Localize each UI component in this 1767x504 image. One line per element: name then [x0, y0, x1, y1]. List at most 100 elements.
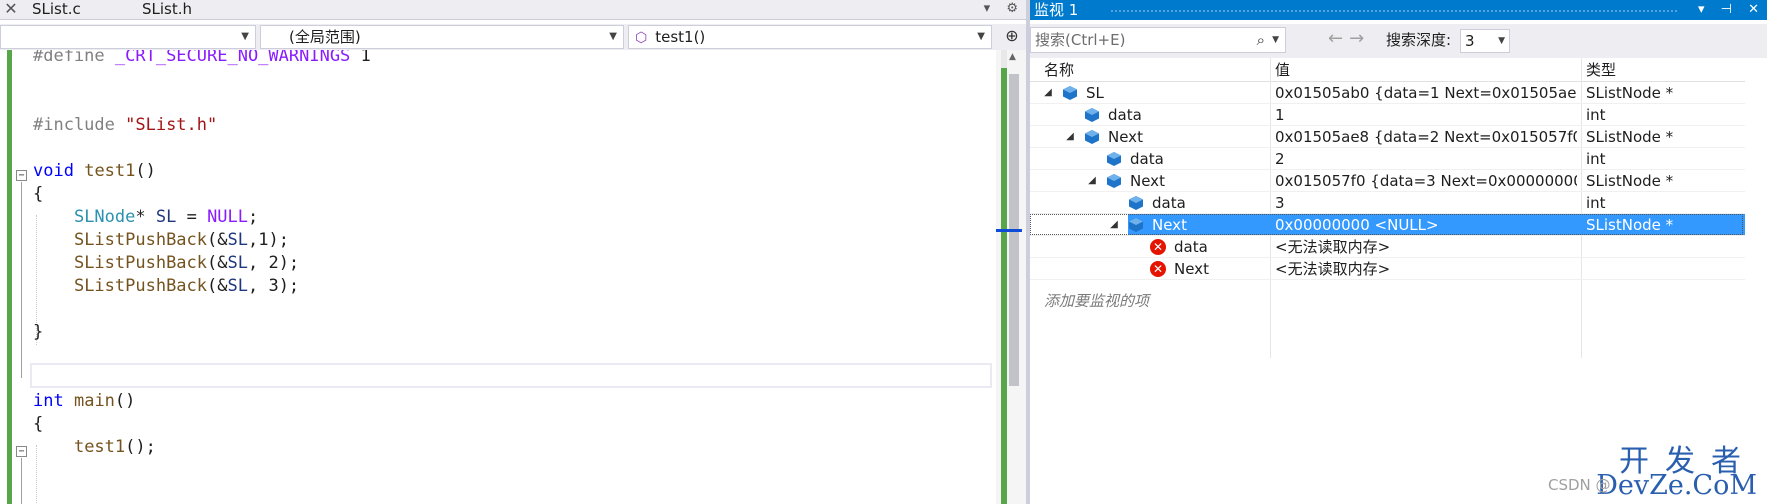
watch-row[interactable]: ✕ Next <无法读取内存>	[1030, 258, 1745, 280]
code-line: SListPushBack(&SL, 2);	[73, 253, 300, 273]
error-icon: ✕	[1150, 239, 1166, 255]
expand-toggle-icon[interactable]: ◢	[1108, 214, 1120, 236]
tab-list-dropdown-icon[interactable]: ▾	[984, 1, 991, 16]
code-line: #include "SList.h"	[33, 115, 218, 135]
expand-toggle-icon[interactable]: ◢	[1064, 126, 1076, 148]
code-area[interactable]: − − #define _CRT_SECURE_NO_WARNINGS 1 #i…	[0, 50, 996, 504]
watch-row-name: Next	[1130, 172, 1165, 190]
watch-row[interactable]: ◢ Next 0x01505ae8 {data=2 Next=0x015057f…	[1030, 126, 1745, 148]
field-icon	[1129, 196, 1143, 210]
watch-row-value[interactable]: 0x01505ab0 {data=1 Next=0x01505ae8 {data…	[1275, 82, 1577, 104]
document-tab-bar: ✕ SList.c SList.h ▾ ⚙	[0, 0, 1026, 20]
code-line: SListPushBack(&SL,1);	[73, 230, 289, 250]
column-header-name[interactable]: 名称	[1044, 58, 1074, 82]
tab-slist-c[interactable]: SList.c	[32, 0, 81, 20]
watch-row-type: SListNode *	[1586, 84, 1674, 102]
window-menu-icon[interactable]: ▾	[1698, 2, 1705, 17]
watch-title-bar[interactable]: 监视 1 ▾ ⊣ ✕	[1030, 0, 1767, 20]
tab-slist-h[interactable]: SList.h	[142, 0, 192, 20]
watch-row-value[interactable]: <无法读取内存>	[1275, 236, 1577, 258]
settings-gear-icon[interactable]: ⚙	[1006, 1, 1018, 16]
code-line: int main()	[33, 391, 136, 411]
watch-row[interactable]: ◢ SL 0x01505ab0 {data=1 Next=0x01505ae8 …	[1030, 82, 1745, 104]
expand-toggle-icon[interactable]: ◢	[1086, 170, 1098, 192]
project-combo[interactable]: ▼	[0, 25, 256, 49]
search-icon[interactable]: ⌕	[1257, 28, 1265, 52]
tabbar-controls: ▾ ⚙	[972, 0, 1018, 20]
field-icon	[1107, 174, 1121, 188]
watch-title: 监视 1	[1034, 1, 1079, 19]
watch-row-value[interactable]: 1	[1275, 104, 1577, 126]
watch-row[interactable]: data 3 int	[1030, 192, 1745, 214]
fold-guide-line	[21, 458, 22, 504]
watch-row[interactable]: ◢ Next 0x015057f0 {data=3 Next=0x0000000…	[1030, 170, 1745, 192]
watch-row[interactable]: ✕ data <无法读取内存>	[1030, 236, 1745, 258]
scope-combo-value: (全局范围)	[289, 28, 361, 46]
watch-row[interactable]: data 1 int	[1030, 104, 1745, 126]
back-arrow-icon[interactable]: ←	[1328, 28, 1349, 49]
code-line: {	[33, 184, 44, 204]
current-line-highlight	[30, 363, 992, 388]
chevron-down-icon: ▼	[977, 31, 985, 42]
member-combo[interactable]: ⬡ test1() ▼	[628, 25, 992, 49]
code-line: {	[33, 414, 44, 434]
watch-row-name: Next	[1152, 216, 1187, 234]
forward-arrow-icon[interactable]: →	[1349, 28, 1370, 49]
watch-row-name: data	[1108, 106, 1142, 124]
watch-search-input[interactable]: 搜索(Ctrl+E) ⌕ ▼	[1030, 27, 1286, 53]
watch-row-value[interactable]: 0x00000000 <NULL>	[1275, 214, 1577, 236]
watch-row-value[interactable]: 0x01505ae8 {data=2 Next=0x015057f0 {data…	[1275, 126, 1577, 148]
code-line: }	[33, 322, 44, 342]
column-header-type[interactable]: 类型	[1586, 58, 1616, 82]
close-icon[interactable]: ✕	[1748, 2, 1759, 17]
watch-row-name: SL	[1086, 84, 1104, 102]
split-window-icon[interactable]: ⊕	[1002, 26, 1022, 48]
field-icon	[1085, 108, 1099, 122]
watch-row-value[interactable]: 3	[1275, 192, 1577, 214]
member-combo-value: test1()	[655, 28, 706, 46]
field-icon	[1129, 218, 1143, 232]
change-tracking-bar	[7, 50, 12, 504]
watch-row-type: SListNode *	[1586, 172, 1674, 190]
column-header-value[interactable]: 值	[1275, 58, 1290, 82]
watch-row-type: int	[1586, 106, 1606, 124]
function-cube-icon: ⬡	[635, 30, 648, 46]
close-tab-icon[interactable]: ✕	[0, 0, 22, 20]
code-line: #define _CRT_SECURE_NO_WARNINGS 1	[33, 50, 371, 66]
watch-row-type: int	[1586, 150, 1606, 168]
watch-row-name: data	[1174, 238, 1208, 256]
watch-row-name: data	[1152, 194, 1186, 212]
watch-row-selected[interactable]: ◢ Next 0x00000000 <NULL> SListNode *	[1030, 214, 1745, 236]
search-depth-label: 搜索深度:	[1386, 31, 1452, 49]
watermark-logo-domain: DevZe.CoM	[1596, 470, 1757, 501]
chevron-down-icon: ▼	[241, 31, 249, 42]
watch-row-value[interactable]: <无法读取内存>	[1275, 258, 1577, 280]
watch-window: 监视 1 ▾ ⊣ ✕ 搜索(Ctrl+E) ⌕ ▼ ←→ 搜索深度: 3 ▼ 名…	[1030, 0, 1767, 504]
watch-toolbar: 搜索(Ctrl+E) ⌕ ▼ ←→ 搜索深度: 3 ▼	[1030, 24, 1767, 58]
scrollbar-change-map	[1001, 50, 1007, 504]
collapse-region-icon[interactable]: −	[16, 170, 27, 181]
watch-row[interactable]: data 2 int	[1030, 148, 1745, 170]
grid-header: 名称 值 类型	[1030, 58, 1745, 82]
watch-row-type: SListNode *	[1586, 128, 1674, 146]
pin-icon[interactable]: ⊣	[1721, 2, 1732, 17]
scope-combo[interactable]: (全局范围) ▼	[260, 25, 624, 49]
chevron-down-icon[interactable]: ▼	[1272, 28, 1279, 52]
editor-vertical-scrollbar[interactable]: ▲	[996, 50, 1026, 504]
add-watch-item-input[interactable]: 添加要监视的项	[1044, 290, 1149, 312]
code-line: void test1()	[33, 161, 156, 181]
variable-icon	[1063, 86, 1077, 100]
search-depth-value: 3	[1465, 32, 1475, 50]
collapse-region-icon[interactable]: −	[16, 446, 27, 457]
watch-row-value[interactable]: 0x015057f0 {data=3 Next=0x00000000 <NULL…	[1275, 170, 1577, 192]
code-editor: ✕ SList.c SList.h ▾ ⚙ ▼ (全局范围) ▼ ⬡ test1(…	[0, 0, 1026, 504]
chevron-down-icon: ▼	[609, 31, 617, 42]
caret-position-marker	[996, 229, 1022, 232]
expand-toggle-icon[interactable]: ◢	[1042, 82, 1054, 104]
fold-guide-line	[21, 182, 22, 378]
search-navigation: ←→	[1328, 28, 1370, 49]
search-depth-select[interactable]: 3 ▼	[1460, 29, 1510, 53]
scroll-up-icon[interactable]: ▲	[1009, 52, 1016, 62]
title-controls: ▾ ⊣ ✕	[1686, 0, 1759, 20]
watch-row-value[interactable]: 2	[1275, 148, 1577, 170]
